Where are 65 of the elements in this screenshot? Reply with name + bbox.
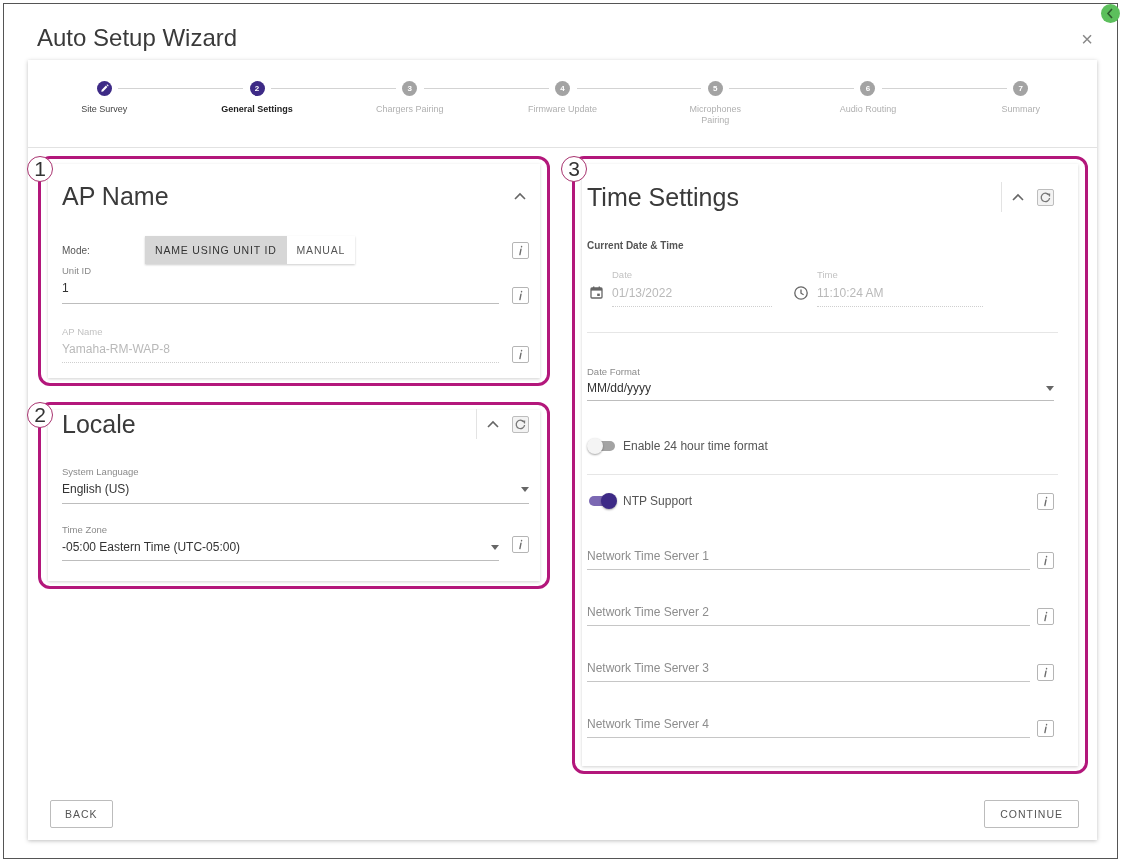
step-label: General Settings: [221, 104, 293, 115]
step-number: 6: [860, 81, 876, 96]
info-icon[interactable]: [1037, 664, 1054, 681]
back-button[interactable]: BACK: [50, 800, 113, 828]
mode-option[interactable]: NAME USING UNIT ID: [145, 236, 287, 264]
field-label: Unit ID: [62, 265, 92, 276]
toggle-switch[interactable]: [587, 438, 617, 454]
text-field[interactable]: 1: [62, 276, 499, 304]
step-number: 2: [249, 81, 265, 96]
clock-icon[interactable]: [794, 286, 808, 300]
step-label: Audio Routing: [839, 104, 897, 115]
section-heading: Current Date & Time: [587, 240, 684, 251]
toggle-label: NTP Support: [623, 494, 693, 508]
callout-number: 2: [27, 402, 53, 428]
info-icon[interactable]: [512, 536, 529, 553]
info-icon[interactable]: [512, 287, 529, 304]
close-button[interactable]: ×: [1077, 28, 1097, 50]
mode-option[interactable]: MANUAL: [286, 236, 356, 264]
caret-icon: [1046, 385, 1054, 391]
input-field[interactable]: Network Time Server 1: [587, 548, 1030, 570]
step-label: Firmware Update: [528, 104, 598, 115]
field-label: System Language: [62, 466, 139, 477]
select-field[interactable]: English (US): [62, 477, 529, 504]
info-icon[interactable]: [1037, 552, 1054, 569]
window-title: Auto Setup Wizard: [37, 24, 238, 52]
chevron-up-icon[interactable]: [514, 192, 526, 200]
chevron-left-icon[interactable]: [1101, 4, 1120, 23]
step-label: Summary: [1001, 104, 1040, 115]
input-field[interactable]: Network Time Server 2: [587, 604, 1030, 626]
caret-icon: [491, 544, 499, 550]
callout-number: 1: [27, 156, 53, 182]
chevron-up-icon[interactable]: [487, 420, 499, 428]
input-field[interactable]: Network Time Server 3: [587, 660, 1030, 682]
caret-icon: [521, 486, 529, 492]
continue-button[interactable]: CONTINUE: [984, 800, 1079, 828]
refresh-icon[interactable]: [512, 415, 529, 433]
step-number: 5: [707, 81, 723, 96]
panel-title: Locale: [62, 410, 137, 438]
step-number: 3: [402, 81, 418, 96]
toggle-label: Enable 24 hour time format: [623, 439, 768, 453]
step-number: 4: [555, 81, 570, 96]
panel-title: AP Name: [62, 182, 170, 210]
info-icon[interactable]: [512, 241, 529, 259]
toggle-switch[interactable]: [587, 493, 617, 509]
info-icon[interactable]: [1037, 492, 1054, 510]
step-label: Chargers Pairing: [376, 104, 444, 115]
step-number: 7: [1013, 81, 1029, 96]
info-icon[interactable]: [1037, 720, 1054, 737]
field-label: AP Name: [62, 326, 103, 337]
select-field[interactable]: MM/dd/yyyy: [587, 377, 1054, 401]
refresh-icon[interactable]: [1037, 188, 1054, 206]
field-label: Time: [817, 269, 838, 280]
field-label: Date Format: [587, 366, 640, 377]
info-icon[interactable]: [1037, 608, 1054, 625]
chevron-up-icon[interactable]: [1012, 193, 1024, 201]
step-label: Microphones Pairing: [688, 104, 742, 126]
input-field[interactable]: Network Time Server 4: [587, 716, 1030, 738]
select-field[interactable]: -05:00 Eastern Time (UTC-05:00): [62, 535, 499, 561]
step-label: Site Survey: [81, 104, 128, 115]
callout-number: 3: [561, 156, 587, 182]
panel-title: Time Settings: [587, 183, 740, 211]
field-label: Time Zone: [62, 524, 108, 535]
calendar-icon[interactable]: [590, 286, 603, 299]
field-label: Date: [612, 269, 633, 280]
mode-label: Mode:: [62, 244, 91, 256]
